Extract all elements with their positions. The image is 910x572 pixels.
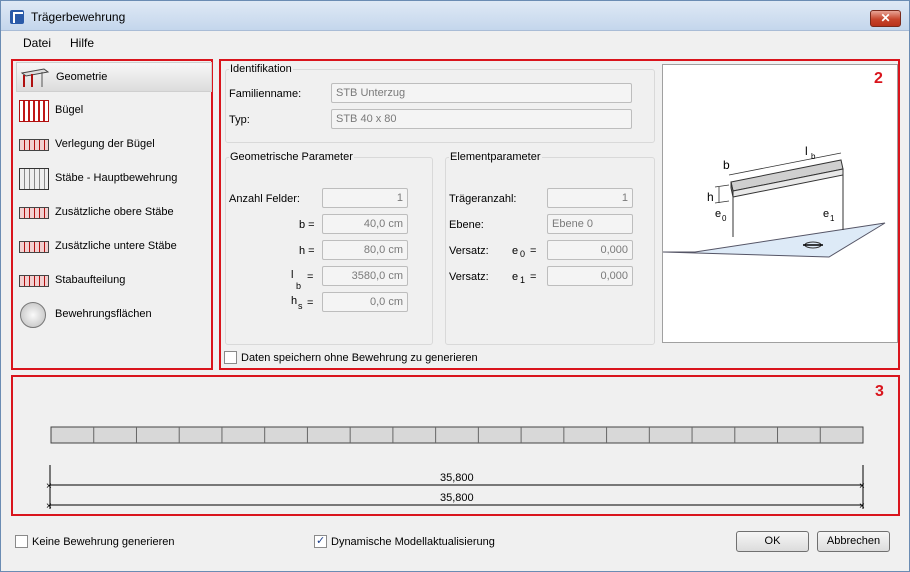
hs-sub: s (298, 301, 303, 311)
nav-label: Verlegung der Bügel (55, 138, 155, 150)
diagram-e1: e (823, 208, 829, 220)
stirrup-layout-icon (19, 139, 49, 151)
e1-label: e (512, 271, 519, 283)
h-field[interactable]: 80,0 cm (322, 240, 408, 260)
hs-eq: = (307, 297, 314, 309)
ok-button[interactable]: OK (736, 531, 809, 552)
e0-label: e (512, 245, 519, 257)
nav-label: Zusätzliche obere Stäbe (55, 206, 174, 218)
save-without-checkbox[interactable] (224, 351, 237, 364)
stirrup-icon (19, 100, 49, 122)
top-bars-icon (19, 207, 49, 219)
no-reinforcement-checkbox[interactable] (15, 535, 28, 548)
type-label: Typ: (229, 114, 250, 126)
nav-item-obere-staebe[interactable]: Zusätzliche obere Stäbe (16, 198, 212, 228)
nav-label: Stabaufteilung (55, 274, 126, 286)
menu-bar: Datei Hilfe (1, 32, 909, 54)
dim-tick: × (859, 481, 865, 492)
marker-2: 2 (874, 70, 883, 87)
level-label: Ebene: (449, 219, 484, 231)
nav-item-stabaufteilung[interactable]: Stabaufteilung (16, 266, 212, 296)
beam-diagram: l b b h e 0 e 1 (662, 64, 898, 343)
e0-sub: 0 (520, 249, 526, 259)
nav-item-untere-staebe[interactable]: Zusätzliche untere Stäbe (16, 232, 212, 262)
diagram-lb: l (805, 144, 808, 158)
main-bars-icon (19, 168, 49, 190)
dialog-window: Trägerbewehrung ✕ Datei Hilfe 1 Geometri… (0, 0, 910, 572)
nav-item-geometrie[interactable]: Geometrie (16, 62, 212, 92)
diagram-h: h (707, 190, 714, 204)
cancel-button[interactable]: Abbrechen (817, 531, 890, 552)
offset-end-field[interactable]: 0,000 (547, 266, 633, 286)
b-label: b = (299, 219, 315, 231)
diagram-e0-sub: 0 (722, 214, 727, 223)
dimension-1: 35,800 (440, 472, 474, 484)
close-button[interactable]: ✕ (870, 10, 901, 27)
beam-overview-svg: × × × × 35,800 35,800 (46, 426, 865, 512)
identification-group (225, 69, 655, 143)
dim-tick: × (46, 481, 52, 492)
nav-item-buegel[interactable]: Bügel (16, 96, 212, 126)
lb-eq: = (307, 271, 314, 283)
nav-label: Bewehrungsflächen (55, 308, 152, 320)
beam-overview-panel: 3 × × × × 35,800 35,800 (11, 375, 900, 516)
nav-panel: 1 Geometrie Bügel Verlegung der Bügel St… (11, 59, 213, 370)
marker-3: 3 (875, 383, 884, 400)
reinforcement-area-icon (20, 302, 46, 328)
beam-geometry-icon (20, 67, 50, 89)
nav-label: Stäbe - Hauptbewehrung (55, 172, 178, 184)
parameters-panel: Identifikation Familienname: STB Unterzu… (219, 59, 900, 370)
geometric-title: Geometrische Parameter (229, 151, 354, 163)
dynamic-update-label: Dynamische Modellaktualisierung (331, 536, 495, 548)
e0-eq: = (530, 245, 537, 257)
diagram-b: b (723, 158, 730, 172)
bar-distribution-icon (19, 275, 49, 287)
beam-diagram-svg: l b b h e 0 e 1 (662, 144, 886, 258)
lb-label: l (291, 269, 294, 281)
nav-label: Bügel (55, 104, 84, 116)
level-field[interactable]: Ebene 0 (547, 214, 633, 234)
nav-label: Geometrie (56, 71, 108, 83)
dynamic-update-checkbox[interactable] (314, 534, 327, 548)
diagram-e0: e (715, 208, 721, 220)
b-field[interactable]: 40,0 cm (322, 214, 408, 234)
dim-tick: × (46, 501, 52, 512)
window-title: Trägerbewehrung (31, 10, 126, 24)
spans-field[interactable]: 1 (322, 188, 408, 208)
lb-field[interactable]: 3580,0 cm (322, 266, 408, 286)
offset-start-field[interactable]: 0,000 (547, 240, 633, 260)
nav-item-verlegung[interactable]: Verlegung der Bügel (16, 130, 212, 160)
e1-sub: 1 (520, 275, 526, 285)
family-name-label: Familienname: (229, 88, 302, 100)
beam-count-field[interactable]: 1 (547, 188, 633, 208)
dim-tick: × (859, 501, 865, 512)
beam-count-label: Trägeranzahl: (449, 193, 517, 205)
nav-item-hauptbewehrung[interactable]: Stäbe - Hauptbewehrung (16, 164, 212, 194)
lb-sub: b (296, 281, 302, 291)
save-without-label: Daten speichern ohne Bewehrung zu generi… (241, 352, 478, 364)
spans-label: Anzahl Felder: (229, 193, 300, 205)
e1-eq: = (530, 271, 537, 283)
diagram-e1-sub: 1 (830, 214, 835, 223)
menu-datei[interactable]: Datei (23, 36, 51, 50)
type-field[interactable]: STB 40 x 80 (331, 109, 632, 129)
title-bar: Trägerbewehrung ✕ (1, 1, 909, 31)
family-name-field[interactable]: STB Unterzug (331, 83, 632, 103)
hs-label: h (291, 295, 298, 307)
element-title: Elementparameter (449, 151, 542, 163)
nav-item-bewehrungsflaechen[interactable]: Bewehrungsflächen (16, 300, 212, 330)
no-reinforcement-label: Keine Bewehrung generieren (32, 536, 175, 548)
h-label: h = (299, 245, 315, 257)
offset-end-label: Versatz: (449, 271, 489, 283)
menu-hilfe[interactable]: Hilfe (70, 36, 94, 50)
app-icon (10, 10, 24, 24)
identification-title: Identifikation (229, 63, 293, 75)
dimension-2: 35,800 (440, 492, 474, 504)
bottom-bars-icon (19, 241, 49, 253)
nav-label: Zusätzliche untere Stäbe (55, 240, 177, 252)
hs-field[interactable]: 0,0 cm (322, 292, 408, 312)
offset-start-label: Versatz: (449, 245, 489, 257)
diagram-lb-sub: b (811, 152, 816, 161)
